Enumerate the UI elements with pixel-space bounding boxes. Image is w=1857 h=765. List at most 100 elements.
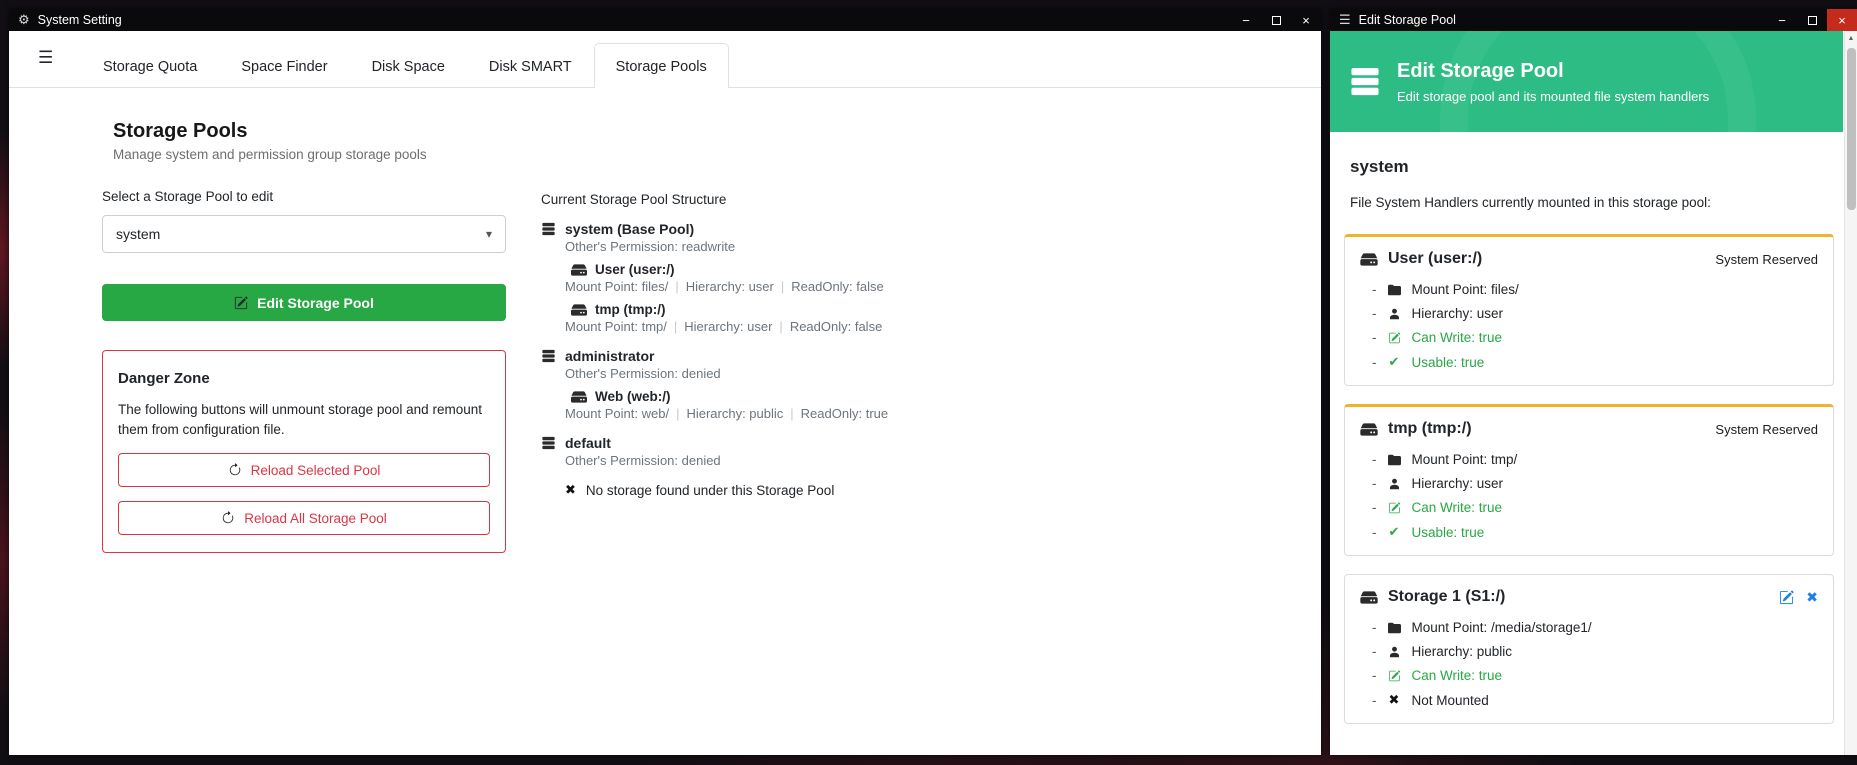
reload-all-label: Reload All Storage Pool xyxy=(244,511,387,526)
remove-handler-icon[interactable]: ✖ xyxy=(1806,589,1818,606)
separator: | xyxy=(790,406,793,421)
reload-icon xyxy=(228,463,242,477)
mount-point-row: -Mount Point: tmp/ xyxy=(1360,452,1818,467)
dash-bullet: - xyxy=(1372,500,1377,515)
dash-bullet: - xyxy=(1372,525,1377,540)
separator: | xyxy=(675,279,678,294)
server-icon xyxy=(541,349,556,363)
tab-storage-quota[interactable]: Storage Quota xyxy=(81,43,219,88)
server-icon xyxy=(541,436,556,450)
minimize-button[interactable]: − xyxy=(1231,9,1261,31)
maximize-button[interactable] xyxy=(1261,9,1291,31)
pool-node-system: system (Base Pool) Other's Permission: r… xyxy=(541,221,888,334)
hierarchy: Hierarchy: user xyxy=(684,319,772,334)
hierarchy: Hierarchy: user xyxy=(1412,476,1504,491)
reload-all-pool-button[interactable]: Reload All Storage Pool xyxy=(118,501,490,535)
structure-title: Current Storage Pool Structure xyxy=(541,192,888,207)
pencil-square-icon xyxy=(1386,332,1403,344)
reload-icon xyxy=(221,511,235,525)
selected-pool-value: system xyxy=(116,226,160,242)
tab-disk-smart[interactable]: Disk SMART xyxy=(467,43,594,88)
storage-name: User (user:/) xyxy=(595,262,675,277)
select-pool-label: Select a Storage Pool to edit xyxy=(102,189,506,204)
hierarchy-row: -Hierarchy: user xyxy=(1360,306,1818,321)
server-icon xyxy=(1348,66,1382,97)
mount-point: Mount Point: /media/storage1/ xyxy=(1412,620,1592,635)
pool-node-administrator: administrator Other's Permission: denied… xyxy=(541,348,888,421)
tab-disk-space[interactable]: Disk Space xyxy=(350,43,467,88)
pool-name: default xyxy=(565,435,611,451)
hierarchy: Hierarchy: public xyxy=(686,406,783,421)
content-area: Storage Pools Manage system and permissi… xyxy=(9,88,1321,553)
edit-pool-titlebar[interactable]: ☰ Edit Storage Pool − × xyxy=(1330,9,1857,31)
check-icon: ✔ xyxy=(1386,524,1403,540)
can-write-row: - Can Write: true xyxy=(1360,668,1818,683)
separator: | xyxy=(781,279,784,294)
maximize-button[interactable] xyxy=(1797,9,1827,31)
minimize-button[interactable]: − xyxy=(1767,9,1797,31)
close-button[interactable]: × xyxy=(1827,9,1857,31)
person-icon xyxy=(1386,308,1403,320)
readonly-flag: ReadOnly: true xyxy=(801,406,888,421)
storage-node: User (user:/) Mount Point: files/|Hierar… xyxy=(565,262,888,294)
dash-bullet: - xyxy=(1372,620,1377,635)
edit-storage-pool-window: ☰ Edit Storage Pool − × Edit Storage Poo… xyxy=(1330,9,1857,755)
storage-node: tmp (tmp:/) Mount Point: tmp/|Hierarchy:… xyxy=(565,302,888,334)
handler-name: tmp (tmp:/) xyxy=(1388,420,1472,438)
system-setting-window: ⚙ System Setting − × ☰ Storage Quota Spa… xyxy=(9,9,1321,755)
mount-point-row: - Mount Point: /media/storage1/ xyxy=(1360,620,1818,635)
usable: Usable: true xyxy=(1412,525,1485,540)
window-title: System Setting xyxy=(38,13,122,27)
readonly-flag: ReadOnly: false xyxy=(790,319,883,334)
edit-handler-icon[interactable] xyxy=(1779,590,1794,605)
hdd-icon xyxy=(1360,423,1378,436)
danger-zone-title: Danger Zone xyxy=(118,370,490,387)
storage-name: Web (web:/) xyxy=(595,389,671,404)
tab-space-finder[interactable]: Space Finder xyxy=(219,43,349,88)
edit-storage-pool-button[interactable]: Edit Storage Pool xyxy=(102,284,506,321)
can-write: Can Write: true xyxy=(1412,500,1503,515)
dash-bullet: - xyxy=(1372,355,1377,370)
dash-bullet: - xyxy=(1372,306,1377,321)
storage-details: Mount Point: files/|Hierarchy: user|Read… xyxy=(565,279,888,294)
dash-bullet: - xyxy=(1372,668,1377,683)
scroll-up-arrow[interactable]: ▲ xyxy=(1845,31,1857,46)
dash-bullet: - xyxy=(1372,452,1377,467)
pool-row: default xyxy=(541,435,888,451)
reload-selected-pool-button[interactable]: Reload Selected Pool xyxy=(118,453,490,487)
hdd-icon xyxy=(1360,591,1378,604)
pool-row: administrator xyxy=(541,348,888,364)
dash-bullet: - xyxy=(1372,330,1377,345)
can-write-row: - Can Write: true xyxy=(1360,500,1818,515)
usable: Usable: true xyxy=(1412,355,1485,370)
can-write: Can Write: true xyxy=(1412,668,1503,683)
scrollbar-thumb[interactable] xyxy=(1847,48,1856,210)
window-controls: − × xyxy=(1231,9,1321,31)
menu-icon[interactable]: ☰ xyxy=(38,48,53,68)
usable-row: -✔Usable: true xyxy=(1360,354,1818,370)
folder-icon xyxy=(1386,622,1403,634)
system-setting-titlebar[interactable]: ⚙ System Setting − × xyxy=(9,9,1321,31)
close-button[interactable]: × xyxy=(1291,9,1321,31)
maximize-icon xyxy=(1272,16,1281,25)
window-controls: − × xyxy=(1767,9,1857,31)
usable-row: -✔ Usable: true xyxy=(1360,524,1818,540)
mount-status: Not Mounted xyxy=(1412,693,1489,708)
danger-zone-card: Danger Zone The following buttons will u… xyxy=(102,350,506,553)
person-icon xyxy=(1386,478,1403,490)
x-icon: ✖ xyxy=(565,482,576,498)
page-title: Storage Pools xyxy=(113,120,506,143)
gear-icon: ⚙ xyxy=(18,12,30,28)
handler-name: User (user:/) xyxy=(1388,250,1482,268)
banner-text: Edit Storage Pool Edit storage pool and … xyxy=(1397,60,1709,104)
hierarchy-row: -Hierarchy: public xyxy=(1360,644,1818,659)
pool-structure-column: Current Storage Pool Structure system (B… xyxy=(541,115,888,553)
tab-storage-pools[interactable]: Storage Pools xyxy=(594,43,729,88)
hierarchy: Hierarchy: public xyxy=(1412,644,1513,659)
system-setting-body: ☰ Storage Quota Space Finder Disk Space … xyxy=(9,31,1321,755)
storage-details: Mount Point: web/|Hierarchy: public|Read… xyxy=(565,406,888,421)
scrollbar[interactable]: ▲ xyxy=(1844,31,1857,755)
storage-pool-select[interactable]: system ▾ xyxy=(102,215,506,253)
separator: | xyxy=(779,319,782,334)
danger-zone-description: The following buttons will unmount stora… xyxy=(118,400,490,439)
